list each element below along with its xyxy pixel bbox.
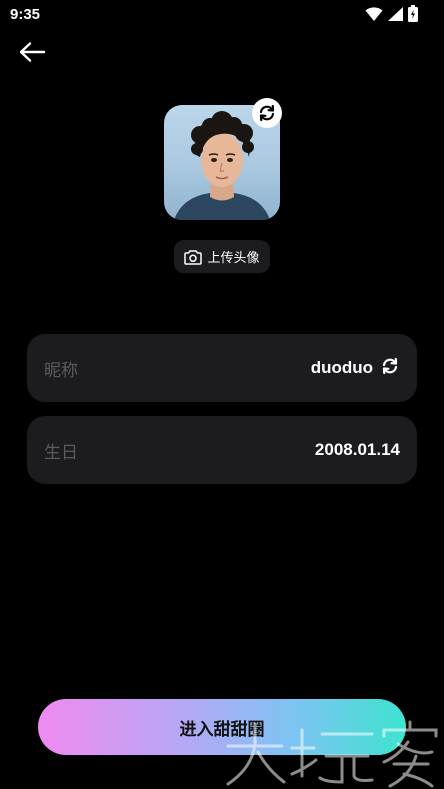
camera-icon <box>184 249 203 265</box>
refresh-icon <box>382 357 398 375</box>
status-time: 9:35 <box>10 6 41 23</box>
upload-avatar-button[interactable]: 上传头像 <box>174 240 270 273</box>
nickname-row[interactable]: 昵称 duoduo <box>27 334 417 402</box>
status-bar: 9:35 <box>0 0 444 28</box>
enter-button[interactable]: 进入甜甜圈 <box>38 699 406 755</box>
back-button[interactable] <box>16 38 48 66</box>
screen: 9:35 上传头像 昵称 duoduo 生日 2008.01.14 进入甜甜圈 <box>0 0 444 789</box>
birthday-label: 生日 <box>44 442 78 463</box>
birthday-value: 2008.01.14 <box>314 440 400 459</box>
enter-button-label: 进入甜甜圈 <box>179 719 265 740</box>
nickname-label: 昵称 <box>44 360 78 381</box>
nickname-value: duoduo <box>310 358 373 377</box>
refresh-nickname-button[interactable] <box>380 356 400 380</box>
status-icons <box>365 5 418 26</box>
battery-icon <box>408 5 418 26</box>
arrow-left-icon <box>19 42 46 62</box>
swap-avatar-button[interactable] <box>252 98 282 128</box>
refresh-icon <box>259 104 275 122</box>
wifi-icon <box>365 6 383 26</box>
birthday-row[interactable]: 生日 2008.01.14 <box>27 416 417 484</box>
nickname-value-group: duoduo <box>311 356 400 380</box>
avatar-container <box>164 98 282 220</box>
signal-icon <box>387 6 404 26</box>
upload-avatar-label: 上传头像 <box>207 251 260 266</box>
